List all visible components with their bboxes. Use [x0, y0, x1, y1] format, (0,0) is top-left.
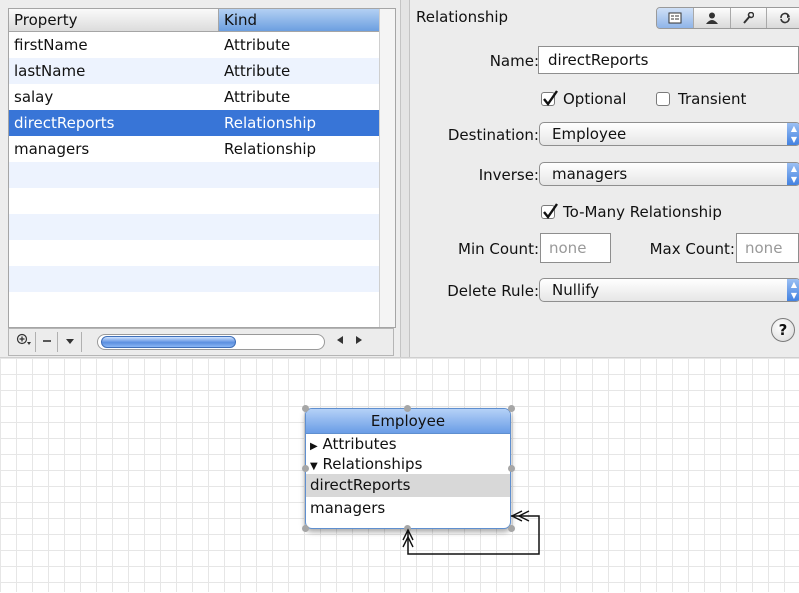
tab-sync[interactable]: [767, 8, 799, 28]
dropdown-triangle-icon: [66, 339, 74, 344]
to-many-checkbox[interactable]: To-Many Relationship: [541, 203, 722, 221]
table-row[interactable]: directReports Relationship: [9, 110, 379, 136]
right-arrow-icon: [355, 336, 362, 344]
scroll-thumb[interactable]: [101, 336, 236, 348]
name-field[interactable]: directReports: [538, 46, 799, 74]
optional-label: Optional: [563, 90, 627, 108]
max-count-field[interactable]: none: [736, 233, 799, 263]
wrench-icon: [743, 12, 755, 24]
transient-box[interactable]: [656, 92, 670, 106]
remove-property-button[interactable]: [37, 332, 58, 352]
relationship-link: [402, 510, 540, 555]
add-property-button[interactable]: [13, 332, 36, 352]
inverse-popup[interactable]: managers ▲ ▼: [539, 162, 799, 186]
tab-user-info[interactable]: [694, 8, 731, 28]
table-footer: [8, 328, 394, 356]
horizontal-scrollbar[interactable]: [97, 334, 325, 350]
kind-cell: Relationship: [224, 114, 317, 132]
scroll-right-button[interactable]: [350, 332, 367, 352]
scroll-left-button[interactable]: [331, 332, 348, 352]
table-row[interactable]: [9, 266, 379, 292]
help-button[interactable]: ?: [771, 318, 795, 342]
general-icon: [668, 12, 682, 24]
transient-label: Transient: [678, 90, 747, 108]
kind-cell: Relationship: [224, 140, 317, 158]
relationship-inspector: Relationship Name: directReports Optiona…: [410, 0, 799, 357]
to-many-label: To-Many Relationship: [563, 203, 722, 221]
popup-arrows-icon: ▲ ▼: [787, 163, 799, 185]
table-row[interactable]: firstName Attribute: [9, 32, 379, 58]
table-row[interactable]: [9, 292, 379, 318]
property-cell: firstName: [14, 36, 88, 54]
table-row[interactable]: [9, 188, 379, 214]
table-row[interactable]: salay Attribute: [9, 84, 379, 110]
destination-value: Employee: [552, 125, 627, 143]
left-arrow-icon: [336, 336, 343, 344]
property-cell: managers: [14, 140, 90, 158]
popup-arrows-icon: ▲ ▼: [787, 279, 799, 301]
tab-configuration[interactable]: [731, 8, 768, 28]
delete-rule-popup[interactable]: Nullify ▲ ▼: [539, 278, 799, 302]
table-row[interactable]: managers Relationship: [9, 136, 379, 162]
max-count-label: Max Count:: [649, 240, 735, 258]
inspector-tabs: [656, 7, 799, 29]
pane-splitter[interactable]: [400, 0, 410, 357]
table-body: firstName Attribute lastName Attribute salay…: [9, 32, 379, 318]
inverse-value: managers: [552, 165, 628, 183]
tab-general[interactable]: [657, 8, 694, 28]
delete-rule-value: Nullify: [552, 281, 600, 299]
table-row[interactable]: [9, 214, 379, 240]
inspector-title: Relationship: [416, 8, 509, 26]
optional-checkbox[interactable]: Optional: [541, 90, 626, 108]
user-icon: [705, 12, 718, 24]
destination-label: Destination:: [447, 126, 539, 144]
property-table: Property Kind firstName Attribute lastName…: [8, 8, 396, 328]
delete-rule-label: Delete Rule:: [447, 282, 539, 300]
min-count-field[interactable]: none: [540, 233, 611, 263]
minus-icon: [43, 340, 51, 342]
sync-icon: [780, 12, 791, 24]
property-cell: lastName: [14, 62, 86, 80]
optional-box[interactable]: [541, 90, 558, 107]
column-header-kind[interactable]: Kind: [219, 9, 379, 31]
inverse-label: Inverse:: [478, 166, 539, 184]
checkmark-icon: [543, 90, 558, 107]
table-row[interactable]: [9, 240, 379, 266]
min-count-label: Min Count:: [458, 240, 539, 258]
property-cell: directReports: [14, 114, 115, 132]
destination-popup[interactable]: Employee ▲ ▼: [539, 122, 799, 146]
table-row[interactable]: [9, 162, 379, 188]
transient-checkbox[interactable]: Transient: [656, 90, 746, 108]
kind-cell: Attribute: [224, 88, 291, 106]
table-row[interactable]: lastName Attribute: [9, 58, 379, 84]
property-cell: salay: [14, 88, 54, 106]
plus-icon: [16, 333, 31, 345]
name-label: Name:: [489, 52, 539, 70]
kind-cell: Attribute: [224, 36, 291, 54]
action-menu-button[interactable]: [59, 332, 82, 352]
to-many-box[interactable]: [541, 203, 558, 220]
kind-cell: Attribute: [224, 62, 291, 80]
model-diagram: Employee ▶ Attributes ▼ Relationships di…: [0, 357, 799, 592]
column-header-property[interactable]: Property: [9, 9, 219, 31]
checkmark-icon: [543, 203, 558, 220]
popup-arrows-icon: ▲ ▼: [787, 123, 799, 145]
property-table-pane: Property Kind firstName Attribute lastName…: [0, 0, 400, 357]
vertical-scrollbar[interactable]: [379, 9, 395, 327]
table-header: Property Kind: [9, 9, 379, 32]
